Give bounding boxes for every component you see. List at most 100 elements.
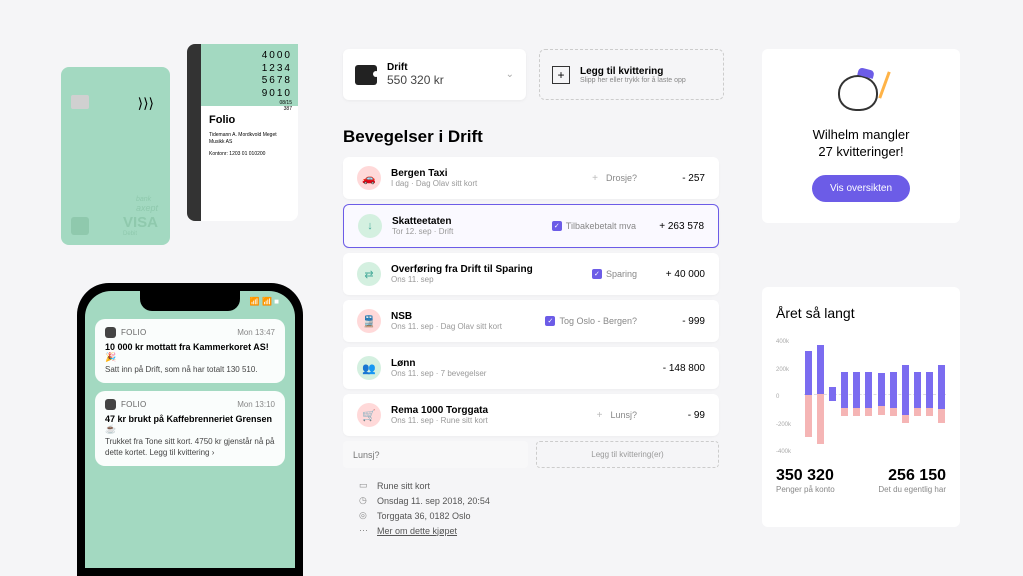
year-title: Året så langt [776, 305, 946, 321]
transaction-row[interactable]: 🚗 Bergen Taxi I dag · Dag Olav sitt kort… [343, 157, 719, 199]
notification[interactable]: FOLIO Mon 13:10 47 kr brukt på Kaffebren… [95, 391, 285, 466]
tx-subtitle: Ons 11. sep · Dag Olav sitt kort [391, 322, 545, 331]
contactless-icon: ⟩⟩⟩ [138, 95, 154, 112]
tx-amount: - 148 800 [653, 363, 705, 374]
chevron-down-icon: ⌄ [506, 69, 514, 80]
tx-amount: + 263 578 [652, 221, 704, 232]
folio-brand: Folio [209, 114, 290, 126]
more-icon: ⋯ [359, 525, 369, 536]
tx-category-icon: 🚗 [357, 166, 381, 190]
bar-income [805, 351, 812, 395]
tx-name: Skatteetaten [392, 216, 552, 227]
transaction-row[interactable]: 🛒 Rema 1000 Torggata Ons 11. sep · Rune … [343, 394, 719, 436]
transaction-row[interactable]: 🚆 NSB Ons 11. sep · Dag Olav sitt kort ✓… [343, 300, 719, 342]
tx-amount: - 99 [653, 410, 705, 421]
check-icon: ✓ [545, 316, 555, 326]
tx-name: Lønn [391, 358, 653, 369]
tx-category-icon: 🚆 [357, 309, 381, 333]
bar-income [817, 345, 824, 395]
stat-balance: 350 320 Penger på konto [776, 467, 835, 494]
tx-name: Rema 1000 Torggata [391, 405, 597, 416]
phone-mockup: 📶 📶 ■ FOLIO Mon 13:47 10 000 kr mottatt … [77, 283, 303, 576]
tx-category-icon: ↓ [358, 214, 382, 238]
bar-expense [902, 415, 909, 423]
transaction-list: 🚗 Bergen Taxi I dag · Dag Olav sitt kort… [343, 157, 719, 544]
tx-amount: + 40 000 [653, 269, 705, 280]
clock-icon: ◷ [359, 495, 369, 506]
notification[interactable]: FOLIO Mon 13:47 10 000 kr mottatt fra Ka… [95, 319, 285, 383]
tx-amount: - 999 [653, 316, 705, 327]
plus-icon: + [597, 410, 603, 421]
bar-expense [853, 408, 860, 416]
account-card-white: 4000 1234 5678 9010 08/15 387 Folio Tide… [187, 44, 298, 221]
bar-expense [841, 408, 848, 416]
axept-logo: bankaxept [136, 193, 158, 213]
account-name: Drift [387, 62, 506, 73]
check-icon: ✓ [552, 221, 562, 231]
stat-actual: 256 150 Det du egentlig har [878, 467, 946, 494]
wallet-icon [355, 65, 377, 85]
add-receipt-dropzone[interactable]: + Legg til kvittering Slipp her eller tr… [539, 49, 724, 100]
tx-subtitle: Ons 11. sep · 7 bevegelser [391, 369, 653, 378]
tx-name: Bergen Taxi [391, 168, 592, 179]
mascot-icon [832, 69, 890, 115]
bar-expense [865, 408, 872, 416]
app-icon [105, 399, 116, 410]
missing-text: Wilhelm mangler27 kvitteringer! [776, 127, 946, 161]
tx-subtitle: Tor 12. sep · Drift [392, 227, 552, 236]
status-bar: 📶 📶 ■ [250, 297, 279, 306]
pin-icon: ◎ [359, 510, 369, 521]
bar-expense [926, 408, 933, 416]
view-overview-button[interactable]: Vis oversikten [812, 175, 910, 202]
bar-income [938, 365, 945, 409]
chip-icon [71, 95, 89, 109]
movements-header: Bevegelser i Drift [343, 127, 483, 147]
card-holder: Tidemann A. Mordkvold Meget Musikk AS [209, 132, 290, 145]
bar-expense [938, 409, 945, 423]
more-about-purchase-link[interactable]: Mer om dette kjøpet [377, 526, 457, 536]
tx-name: Overføring fra Drift til Sparing [391, 264, 592, 275]
account-selector[interactable]: Drift 550 320 kr ⌄ [343, 49, 526, 100]
tx-name: NSB [391, 311, 545, 322]
bar-expense [805, 395, 812, 436]
bar-income [902, 365, 909, 415]
year-so-far-panel: Året så langt 400k200k0-200k-400k [762, 287, 960, 527]
card-icon: ▭ [359, 480, 369, 491]
bar-expense [878, 406, 885, 414]
tx-subtitle: Ons 11. sep · Rune sitt kort [391, 416, 597, 425]
account-balance: 550 320 kr [387, 73, 506, 87]
transaction-detail: ▭Rune sitt kort ◷Onsdag 11. sep 2018, 20… [343, 472, 719, 544]
bar-income [890, 372, 897, 408]
plus-icon: + [592, 173, 598, 184]
bar-expense [817, 394, 824, 444]
tx-subtitle: I dag · Dag Olav sitt kort [391, 179, 592, 188]
lp-logo-icon [71, 217, 89, 235]
transaction-row[interactable]: ↓ Skatteetaten Tor 12. sep · Drift ✓Tilb… [343, 204, 719, 248]
visa-logo: VISADebit [123, 214, 158, 237]
tx-category-icon: 👥 [357, 356, 381, 380]
bar-income [853, 372, 860, 408]
missing-receipts-panel: Wilhelm mangler27 kvitteringer! Vis over… [762, 49, 960, 223]
card-numbers: 4000 1234 5678 9010 08/15 387 [201, 44, 298, 106]
transaction-row[interactable]: 👥 Lønn Ons 11. sep · 7 bevegelser - 148 … [343, 347, 719, 389]
phone-notch [140, 291, 240, 311]
app-icon [105, 327, 116, 338]
transaction-row[interactable]: ⇄ Overføring fra Drift til Sparing Ons 1… [343, 253, 719, 295]
bar-expense [890, 408, 897, 416]
bar-expense [914, 408, 921, 416]
category-input[interactable] [343, 441, 528, 468]
add-receipt-button[interactable]: Legg til kvittering(er) [536, 441, 719, 468]
check-icon: ✓ [592, 269, 602, 279]
bar-income [841, 372, 848, 408]
tx-category-icon: ⇄ [357, 262, 381, 286]
debit-card-green: ⟩⟩⟩ bankaxept VISADebit [61, 67, 170, 245]
tx-category-icon: 🛒 [357, 403, 381, 427]
plus-icon: + [552, 66, 570, 84]
bar-income [829, 387, 836, 401]
bar-income [878, 373, 885, 406]
bar-income [926, 372, 933, 408]
bar-income [865, 372, 872, 408]
tx-subtitle: Ons 11. sep [391, 275, 592, 284]
tx-amount: - 257 [653, 173, 705, 184]
balance-chart: 400k200k0-200k-400k [776, 339, 946, 449]
